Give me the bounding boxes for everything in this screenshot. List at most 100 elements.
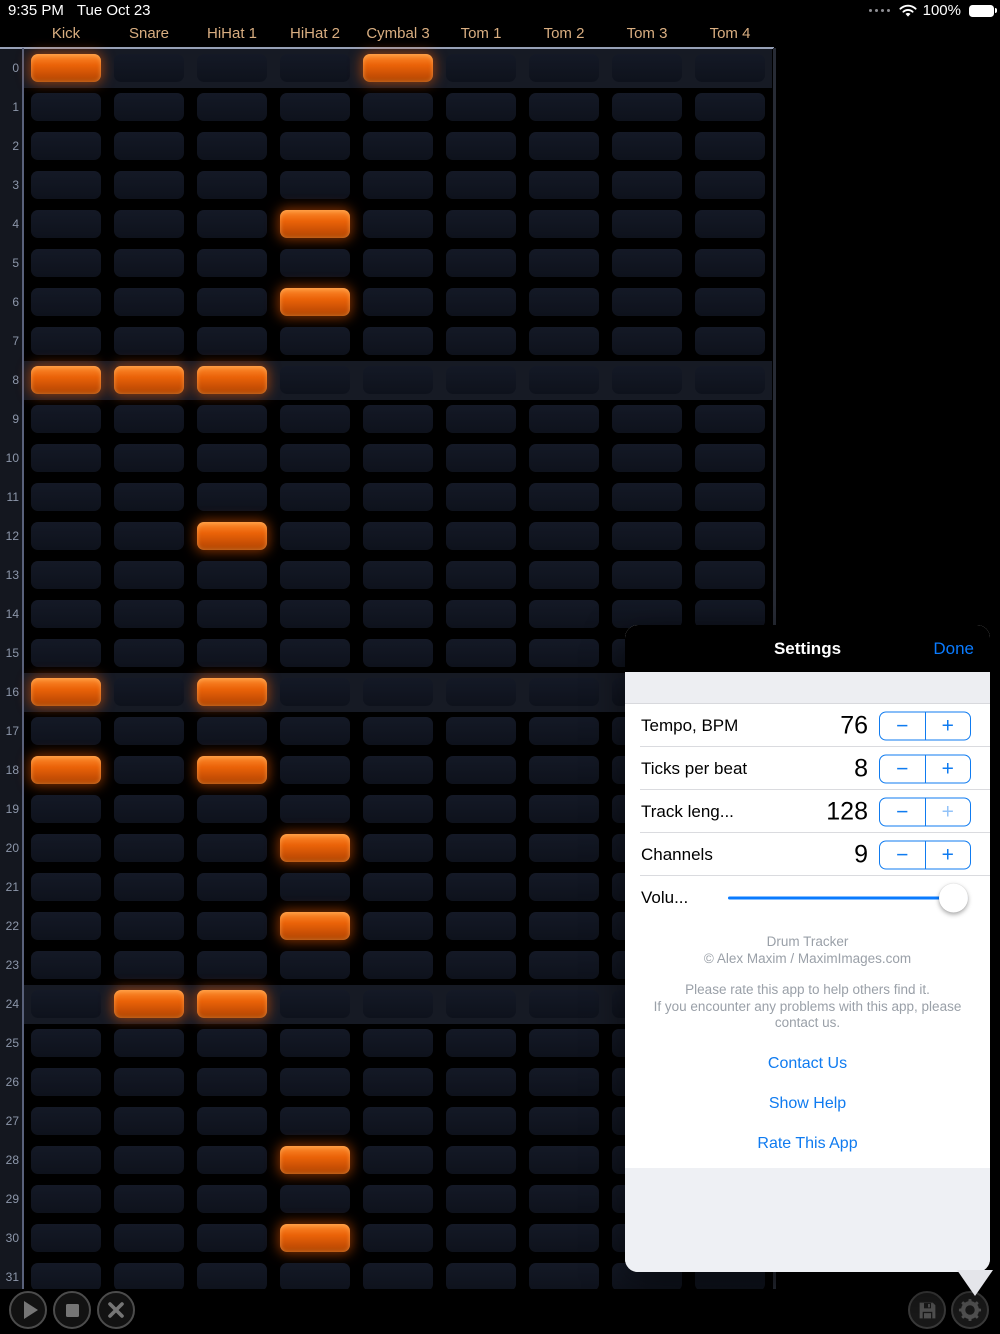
grid-cell-r20-c6[interactable] bbox=[529, 834, 599, 862]
grid-cell-r25-c1[interactable] bbox=[114, 1029, 184, 1057]
grid-cell-r28-c0[interactable] bbox=[31, 1146, 101, 1174]
grid-cell-r17-c0[interactable] bbox=[31, 717, 101, 745]
grid-cell-r0-c3[interactable] bbox=[280, 54, 350, 82]
grid-cell-r6-c0[interactable] bbox=[31, 288, 101, 316]
grid-cell-r20-c5[interactable] bbox=[446, 834, 516, 862]
grid-cell-r12-c6[interactable] bbox=[529, 522, 599, 550]
grid-cell-r8-c4[interactable] bbox=[363, 366, 433, 394]
grid-cell-r3-c5[interactable] bbox=[446, 171, 516, 199]
grid-cell-r13-c4[interactable] bbox=[363, 561, 433, 589]
close-button[interactable] bbox=[97, 1291, 135, 1329]
grid-cell-r20-c2[interactable] bbox=[197, 834, 267, 862]
grid-cell-r17-c2[interactable] bbox=[197, 717, 267, 745]
grid-cell-r3-c1[interactable] bbox=[114, 171, 184, 199]
grid-cell-r24-c0[interactable] bbox=[31, 990, 101, 1018]
grid-cell-r30-c2[interactable] bbox=[197, 1224, 267, 1252]
grid-cell-r4-c0[interactable] bbox=[31, 210, 101, 238]
show-help-link[interactable]: Show Help bbox=[625, 1095, 990, 1113]
grid-cell-r8-c3[interactable] bbox=[280, 366, 350, 394]
grid-cell-r4-c3[interactable] bbox=[280, 210, 350, 238]
grid-cell-r31-c3[interactable] bbox=[280, 1263, 350, 1290]
rate-this-app-link[interactable]: Rate This App bbox=[625, 1135, 990, 1153]
grid-cell-r0-c0[interactable] bbox=[31, 54, 101, 82]
grid-cell-r2-c1[interactable] bbox=[114, 132, 184, 160]
grid-cell-r25-c0[interactable] bbox=[31, 1029, 101, 1057]
grid-cell-r11-c2[interactable] bbox=[197, 483, 267, 511]
grid-cell-r4-c5[interactable] bbox=[446, 210, 516, 238]
grid-cell-r9-c5[interactable] bbox=[446, 405, 516, 433]
grid-cell-r11-c6[interactable] bbox=[529, 483, 599, 511]
grid-cell-r31-c2[interactable] bbox=[197, 1263, 267, 1290]
grid-cell-r18-c2[interactable] bbox=[197, 756, 267, 784]
grid-cell-r7-c8[interactable] bbox=[695, 327, 765, 355]
tempo-increment-button[interactable]: + bbox=[924, 712, 971, 739]
grid-cell-r2-c4[interactable] bbox=[363, 132, 433, 160]
grid-cell-r29-c6[interactable] bbox=[529, 1185, 599, 1213]
grid-cell-r17-c1[interactable] bbox=[114, 717, 184, 745]
grid-cell-r24-c1[interactable] bbox=[114, 990, 184, 1018]
tempo-decrement-button[interactable]: − bbox=[880, 712, 925, 739]
grid-cell-r27-c6[interactable] bbox=[529, 1107, 599, 1135]
grid-cell-r31-c1[interactable] bbox=[114, 1263, 184, 1290]
grid-cell-r19-c5[interactable] bbox=[446, 795, 516, 823]
grid-cell-r25-c4[interactable] bbox=[363, 1029, 433, 1057]
grid-cell-r19-c1[interactable] bbox=[114, 795, 184, 823]
grid-cell-r30-c1[interactable] bbox=[114, 1224, 184, 1252]
grid-cell-r9-c0[interactable] bbox=[31, 405, 101, 433]
ticks-decrement-button[interactable]: − bbox=[880, 755, 925, 782]
grid-cell-r21-c0[interactable] bbox=[31, 873, 101, 901]
grid-cell-r8-c2[interactable] bbox=[197, 366, 267, 394]
grid-cell-r4-c6[interactable] bbox=[529, 210, 599, 238]
play-button[interactable] bbox=[9, 1291, 47, 1329]
grid-cell-r10-c0[interactable] bbox=[31, 444, 101, 472]
grid-cell-r13-c2[interactable] bbox=[197, 561, 267, 589]
grid-cell-r3-c3[interactable] bbox=[280, 171, 350, 199]
grid-cell-r17-c3[interactable] bbox=[280, 717, 350, 745]
grid-cell-r18-c4[interactable] bbox=[363, 756, 433, 784]
grid-cell-r3-c0[interactable] bbox=[31, 171, 101, 199]
grid-cell-r4-c4[interactable] bbox=[363, 210, 433, 238]
grid-cell-r14-c7[interactable] bbox=[612, 600, 682, 628]
grid-cell-r1-c7[interactable] bbox=[612, 93, 682, 121]
grid-cell-r22-c5[interactable] bbox=[446, 912, 516, 940]
grid-cell-r10-c6[interactable] bbox=[529, 444, 599, 472]
grid-cell-r0-c7[interactable] bbox=[612, 54, 682, 82]
grid-cell-r27-c5[interactable] bbox=[446, 1107, 516, 1135]
grid-cell-r10-c7[interactable] bbox=[612, 444, 682, 472]
grid-cell-r14-c8[interactable] bbox=[695, 600, 765, 628]
grid-cell-r30-c5[interactable] bbox=[446, 1224, 516, 1252]
contact-us-link[interactable]: Contact Us bbox=[625, 1055, 990, 1073]
grid-cell-r30-c3[interactable] bbox=[280, 1224, 350, 1252]
grid-cell-r21-c6[interactable] bbox=[529, 873, 599, 901]
grid-cell-r5-c5[interactable] bbox=[446, 249, 516, 277]
grid-cell-r8-c5[interactable] bbox=[446, 366, 516, 394]
grid-cell-r18-c1[interactable] bbox=[114, 756, 184, 784]
grid-cell-r6-c5[interactable] bbox=[446, 288, 516, 316]
grid-cell-r26-c4[interactable] bbox=[363, 1068, 433, 1096]
stop-button[interactable] bbox=[53, 1291, 91, 1329]
grid-cell-r22-c4[interactable] bbox=[363, 912, 433, 940]
volume-slider-track[interactable] bbox=[728, 896, 968, 899]
grid-cell-r14-c5[interactable] bbox=[446, 600, 516, 628]
grid-cell-r21-c2[interactable] bbox=[197, 873, 267, 901]
grid-cell-r11-c0[interactable] bbox=[31, 483, 101, 511]
grid-cell-r4-c1[interactable] bbox=[114, 210, 184, 238]
grid-cell-r11-c7[interactable] bbox=[612, 483, 682, 511]
grid-cell-r25-c3[interactable] bbox=[280, 1029, 350, 1057]
grid-cell-r7-c4[interactable] bbox=[363, 327, 433, 355]
grid-cell-r0-c5[interactable] bbox=[446, 54, 516, 82]
grid-cell-r4-c8[interactable] bbox=[695, 210, 765, 238]
grid-cell-r23-c4[interactable] bbox=[363, 951, 433, 979]
grid-cell-r16-c0[interactable] bbox=[31, 678, 101, 706]
grid-cell-r7-c6[interactable] bbox=[529, 327, 599, 355]
grid-cell-r5-c7[interactable] bbox=[612, 249, 682, 277]
grid-cell-r26-c2[interactable] bbox=[197, 1068, 267, 1096]
grid-cell-r1-c0[interactable] bbox=[31, 93, 101, 121]
grid-cell-r19-c3[interactable] bbox=[280, 795, 350, 823]
grid-cell-r31-c4[interactable] bbox=[363, 1263, 433, 1290]
grid-cell-r29-c1[interactable] bbox=[114, 1185, 184, 1213]
grid-cell-r22-c3[interactable] bbox=[280, 912, 350, 940]
grid-cell-r6-c4[interactable] bbox=[363, 288, 433, 316]
grid-cell-r12-c4[interactable] bbox=[363, 522, 433, 550]
grid-cell-r4-c2[interactable] bbox=[197, 210, 267, 238]
